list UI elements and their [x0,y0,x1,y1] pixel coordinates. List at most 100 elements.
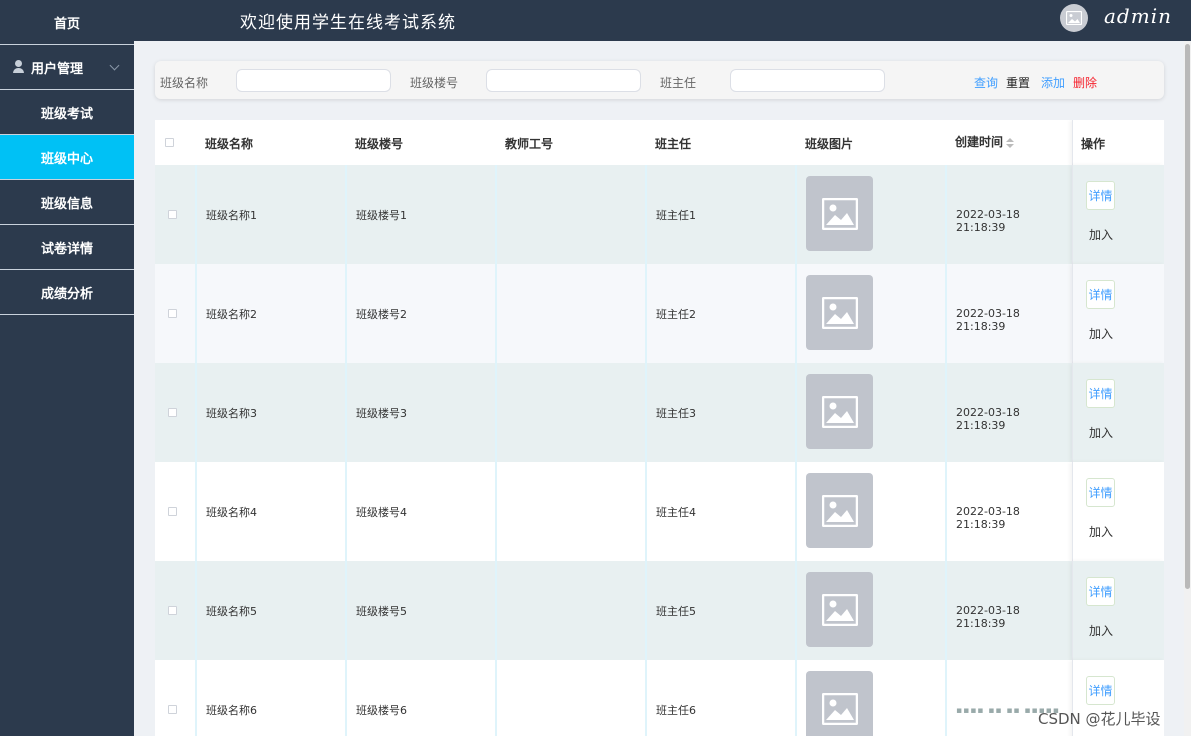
column-header-teacher-id: 教师工号 [505,137,554,151]
ops-header-cell: 操作 [1072,120,1164,165]
row-checkbox[interactable] [168,309,177,318]
class-name-text: 班级名称2 [206,307,257,321]
class-name-text: 班级名称6 [206,703,257,717]
class-picture[interactable] [806,473,873,548]
building-text: 班级楼号6 [356,703,407,717]
class-picture[interactable] [806,275,873,350]
teacher-input[interactable] [730,69,885,92]
building-text: 班级楼号4 [356,505,407,519]
ops-cell: 详情 加入 [1072,363,1164,462]
class-picture[interactable] [806,176,873,251]
picture-cell [797,561,947,660]
building-cell: 班级楼号2 [347,264,497,363]
scrollbar[interactable] [1184,41,1191,736]
sidebar-item-home[interactable]: 首页 [0,0,134,45]
class-picture[interactable] [806,374,873,449]
column-header-head-teacher: 班主任 [655,137,692,151]
class-name-cell: 班级名称5 [197,561,347,660]
checkbox-cell [155,363,197,462]
avatar[interactable] [1060,4,1088,32]
detail-button[interactable]: 详情 [1086,676,1115,705]
head-teacher-cell: 班主任5 [647,561,797,660]
checkbox-cell [155,165,197,264]
building-cell: 班级楼号1 [347,165,497,264]
sidebar-item-4[interactable]: 成绩分析 [0,270,134,315]
table-row[interactable]: 班级名称4 班级楼号4 班主任4 2022-03-18 21:18:39 详情 加入 [155,462,1164,561]
image-placeholder-icon [821,296,858,329]
head-teacher-cell: 班主任3 [647,363,797,462]
head-teacher-text: 班主任6 [656,703,696,717]
teacher-id-cell [497,264,647,363]
table-row[interactable]: 班级名称1 班级楼号1 班主任1 2022-03-18 21:18:39 详情加入 [155,165,1164,264]
class-picture[interactable] [806,572,873,647]
sidebar-item-0[interactable]: 班级考试 [0,90,134,135]
class-name-cell: 班级名称3 [197,363,347,462]
picture-cell [797,165,947,264]
join-button[interactable]: 加入 [1089,622,1113,639]
detail-button[interactable]: 详情 [1086,181,1115,210]
delete-button[interactable]: 删除 [1073,74,1097,91]
row-checkbox[interactable] [168,210,177,219]
class-name-cell: 班级名称2 [197,264,347,363]
row-checkbox[interactable] [168,507,177,516]
top-header: 欢迎使用学生在线考试系统 admin [134,0,1191,41]
table-row[interactable]: 班级名称6 班级楼号6 班主任6 详情 [155,660,1164,736]
join-button[interactable]: 加入 [1089,424,1113,441]
join-button[interactable]: 加入 [1089,325,1113,342]
join-button[interactable]: 加入 [1089,523,1113,540]
sidebar-group-user-management[interactable]: 用户管理 [0,45,134,90]
sidebar-item-3[interactable]: 试卷详情 [0,225,134,270]
username[interactable]: admin [1104,4,1172,28]
building-input[interactable] [486,69,641,92]
scrollbar-thumb[interactable] [1185,44,1190,589]
created-time-text: 2022-03-18 21:18:39 [956,505,1020,531]
sidebar-item-label: 试卷详情 [40,241,93,257]
sidebar-item-label: 成绩分析 [40,286,93,302]
class-picture[interactable] [806,671,873,736]
image-placeholder-icon [821,197,858,230]
created-cell: 2022-03-18 21:18:39 [947,462,1072,561]
table-row[interactable]: 班级名称2 班级楼号2 班主任2 2022-03-18 21:18:39 详情 加入 [155,264,1164,363]
head-teacher-text: 班主任5 [656,604,696,618]
select-all-checkbox[interactable] [165,138,174,147]
reset-button[interactable]: 重置 [1006,74,1030,91]
add-button[interactable]: 添加 [1041,74,1065,91]
column-header-created[interactable]: 创建时间 [955,133,1015,150]
sidebar-item-2[interactable]: 班级信息 [0,180,134,225]
picture-cell [797,660,947,736]
row-checkbox[interactable] [168,606,177,615]
checkbox-cell [155,462,197,561]
teacher-id-cell [497,165,647,264]
class-name-input[interactable] [236,69,391,92]
head-teacher-cell: 班主任4 [647,462,797,561]
table-row[interactable]: 班级名称5 班级楼号5 班主任5 2022-03-18 21:18:39 详情加入 [155,561,1164,660]
class-name-text: 班级名称1 [206,208,257,222]
head-teacher-text: 班主任3 [656,406,696,420]
head-teacher-cell: 班主任1 [647,165,797,264]
join-button[interactable]: 加入 [1089,226,1113,243]
building-text: 班级楼号2 [356,307,407,321]
building-cell: 班级楼号3 [347,363,497,462]
class-name-cell: 班级名称6 [197,660,347,736]
detail-button[interactable]: 详情 [1086,280,1115,309]
class-name-text: 班级名称5 [206,604,257,618]
row-checkbox[interactable] [168,408,177,417]
detail-button[interactable]: 详情 [1086,577,1115,606]
csdn-watermark: CSDN @花儿毕设 [1038,710,1161,728]
query-button[interactable]: 查询 [974,74,998,91]
detail-button[interactable]: 详情 [1086,478,1115,507]
created-time-text: 2022-03-18 21:18:39 [956,604,1020,630]
image-placeholder-icon [1066,11,1082,25]
created-cell: 2022-03-18 21:18:39 [947,165,1072,264]
head-teacher-cell: 班主任6 [647,660,797,736]
building-cell: 班级楼号5 [347,561,497,660]
table-row[interactable]: 班级名称3 班级楼号3 班主任3 2022-03-18 21:18:39 详情 加入 [155,363,1164,462]
sidebar-item-label: 班级中心 [40,151,93,167]
picture-cell [797,363,947,462]
detail-button[interactable]: 详情 [1086,379,1115,408]
teacher-id-cell [497,561,647,660]
sort-icon[interactable] [1006,137,1015,148]
sidebar-item-1[interactable]: 班级中心 [0,135,134,180]
row-checkbox[interactable] [168,705,177,714]
image-placeholder-icon [821,593,858,626]
